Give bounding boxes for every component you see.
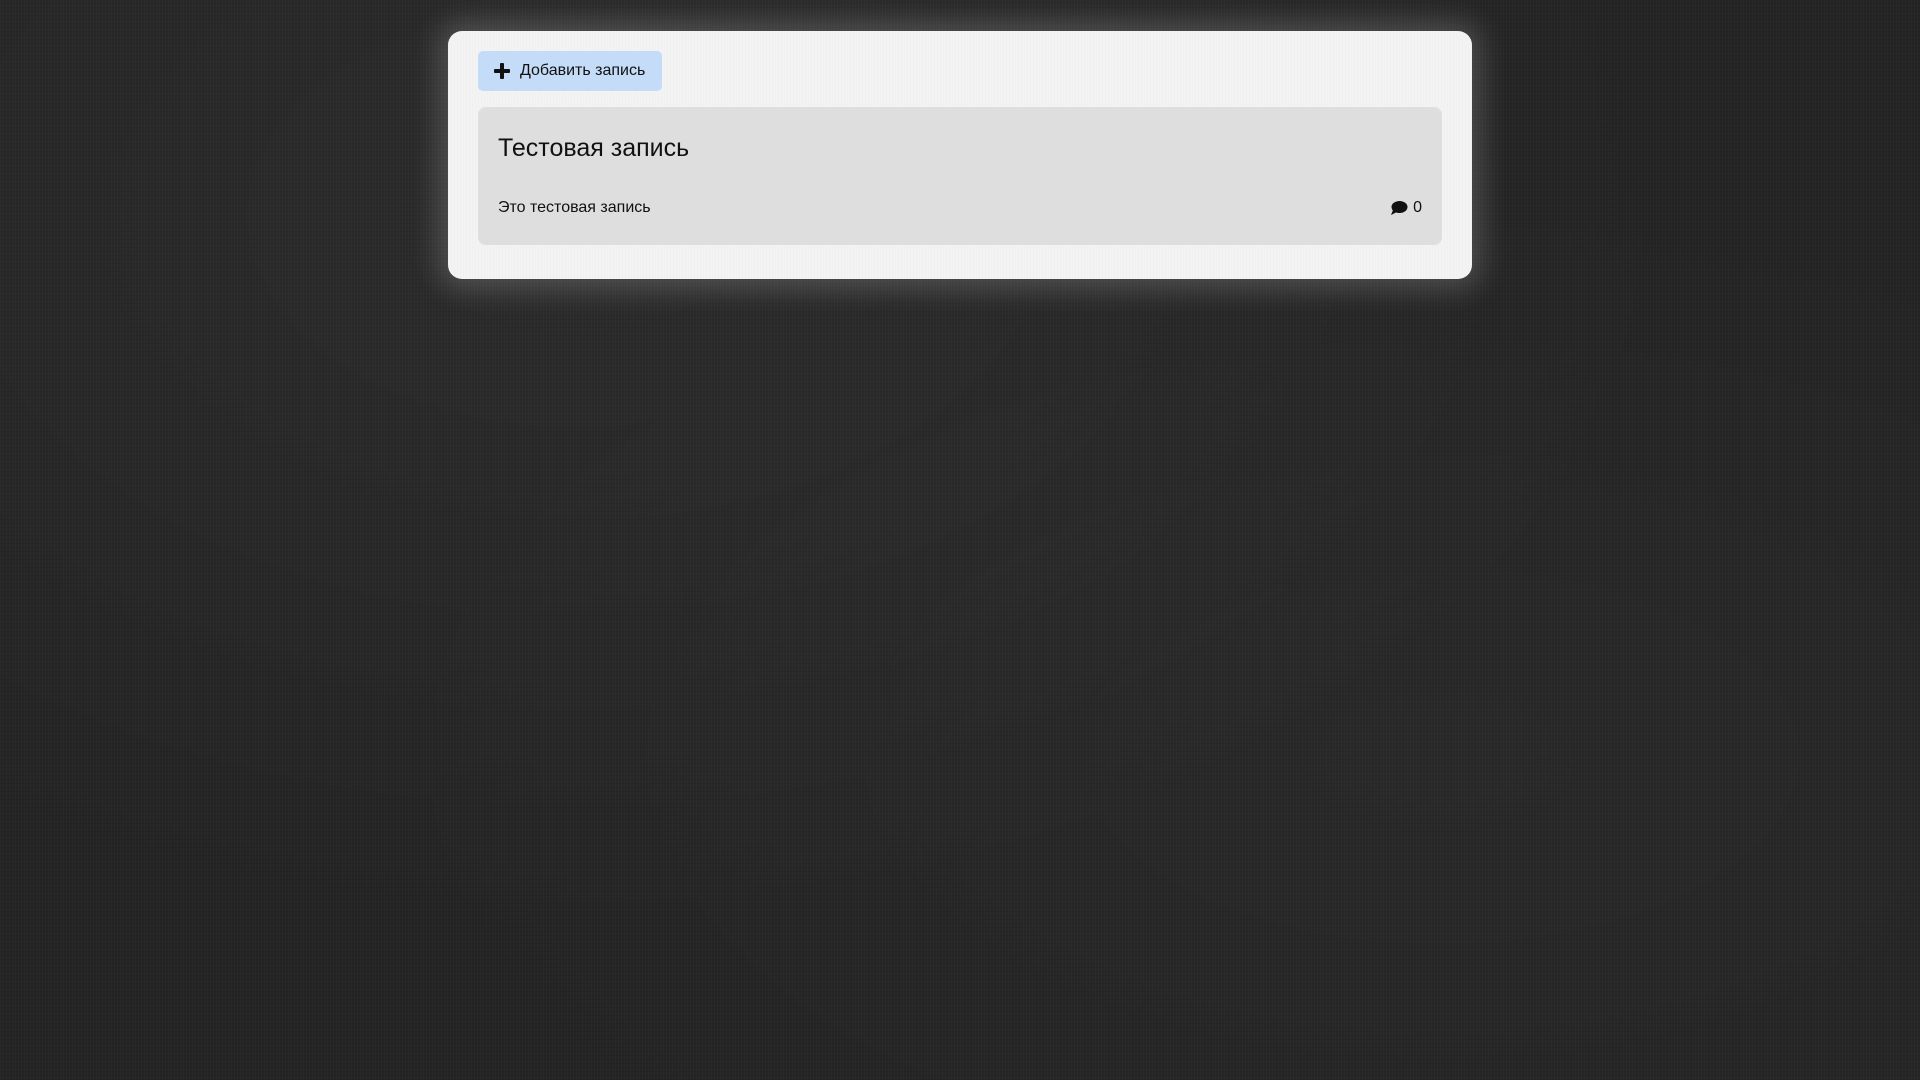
post-card[interactable]: Тестовая запись Это тестовая запись 0 (478, 107, 1442, 245)
add-post-button[interactable]: Добавить запись (478, 51, 663, 91)
post-text: Это тестовая запись (498, 199, 651, 216)
add-post-label: Добавить запись (520, 62, 646, 79)
comment-icon (1391, 201, 1408, 215)
plus-icon (494, 63, 510, 79)
comments-link[interactable]: 0 (1390, 199, 1422, 217)
posts-panel: Добавить запись Тестовая запись Это тест… (448, 31, 1472, 279)
post-title[interactable]: Тестовая запись (498, 133, 1422, 163)
comments-count: 0 (1413, 199, 1422, 216)
